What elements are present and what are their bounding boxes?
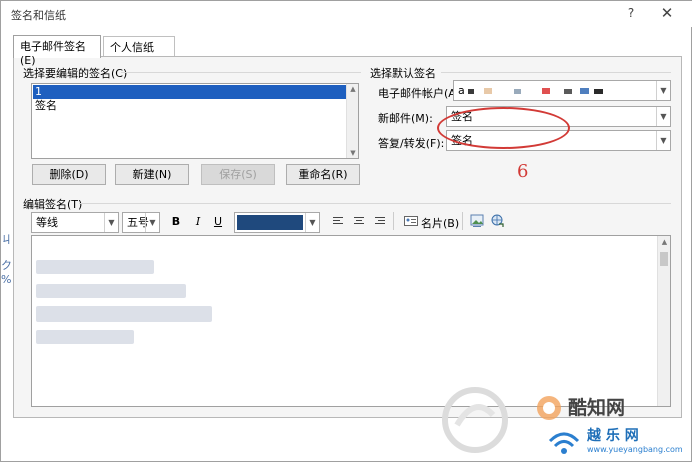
account-label: 电子邮件帐户(A):	[378, 87, 464, 100]
chevron-down-icon[interactable]: ▼	[656, 107, 670, 126]
window-title: 签名和信纸	[11, 9, 66, 22]
redaction-block	[580, 88, 589, 94]
watermark-brand-bottom: 越 乐 网	[587, 428, 639, 444]
watermark-logo	[442, 387, 508, 453]
tab-personal-stationery[interactable]: 个人信纸(P)	[103, 36, 175, 68]
chevron-down-icon[interactable]: ▼	[104, 213, 118, 232]
delete-button[interactable]: 删除(D)	[32, 164, 106, 185]
redaction-block	[564, 89, 572, 94]
account-select[interactable]: a ▼	[453, 80, 671, 101]
list-scrollbar[interactable]: ▲ ▼	[346, 84, 358, 158]
picture-icon[interactable]	[470, 214, 484, 228]
watermark-url: www.yueyangbang.com	[587, 445, 683, 454]
chevron-down-icon[interactable]: ▼	[656, 131, 670, 150]
highlight-ellipse	[437, 107, 570, 149]
bold-button[interactable]: B	[169, 215, 183, 228]
brand-logo-icon	[537, 396, 561, 420]
save-button[interactable]: 保存(S)	[201, 164, 275, 185]
editor-scrollbar[interactable]: ▲	[657, 236, 670, 406]
blurred-text	[36, 306, 212, 322]
background-text-fragment: ㄐ	[1, 233, 12, 246]
scroll-up-icon[interactable]: ▲	[658, 238, 671, 246]
list-item-signature-1[interactable]: 1	[33, 85, 347, 99]
new-button[interactable]: 新建(N)	[115, 164, 189, 185]
italic-button[interactable]: I	[191, 215, 205, 228]
toolbar-separator	[462, 212, 463, 230]
edit-signature-label: 编辑签名(T)	[23, 198, 83, 211]
chevron-down-icon[interactable]: ▼	[145, 213, 159, 232]
tab-email-signature[interactable]: 电子邮件签名(E)	[13, 35, 101, 67]
close-icon[interactable]: ✕	[659, 4, 675, 22]
default-signature-label: 选择默认签名	[370, 67, 436, 80]
font-value: 等线	[36, 216, 58, 229]
blurred-text	[36, 330, 134, 344]
background-text-fragment: ク	[1, 259, 12, 272]
divider	[121, 72, 361, 73]
align-center-icon[interactable]	[353, 215, 365, 227]
background-text-fragment: %	[1, 273, 12, 286]
divider	[79, 203, 671, 204]
chevron-down-icon[interactable]: ▼	[656, 81, 670, 100]
rename-button[interactable]: 重命名(R)	[286, 164, 360, 185]
account-value: a	[458, 84, 465, 97]
scroll-down-icon[interactable]: ▼	[347, 149, 359, 157]
font-color-select[interactable]: ▼	[234, 212, 320, 233]
help-icon[interactable]: ?	[625, 6, 637, 20]
toolbar-separator	[393, 212, 394, 230]
chevron-down-icon[interactable]: ▼	[305, 213, 319, 232]
font-color-swatch	[237, 215, 303, 230]
font-select[interactable]: 等线 ▼	[31, 212, 119, 233]
reply-forward-label: 答复/转发(F):	[378, 137, 445, 150]
business-card-icon	[404, 216, 418, 226]
title-bar: 签名和信纸 ? ✕	[1, 1, 692, 27]
font-size-select[interactable]: 五号 ▼	[122, 212, 160, 233]
step-number: 6	[517, 161, 529, 182]
redaction-block	[468, 89, 474, 94]
signature-listbox[interactable]: 1 签名 ▲ ▼	[31, 83, 359, 159]
hyperlink-icon[interactable]	[491, 214, 505, 228]
signatures-dialog: 签名和信纸 ? ✕ 电子邮件签名(E) 个人信纸(P) 选择要编辑的签名(C) …	[0, 0, 692, 462]
blurred-text	[36, 260, 154, 274]
redaction-block	[594, 89, 603, 94]
scroll-thumb[interactable]	[660, 252, 668, 266]
scroll-up-icon[interactable]: ▲	[347, 85, 359, 93]
divider	[441, 72, 671, 73]
align-left-icon[interactable]	[332, 215, 344, 227]
redaction-block	[484, 88, 492, 94]
list-item-signature-qianming[interactable]: 签名	[33, 99, 347, 113]
blurred-text	[36, 284, 186, 298]
signature-editor[interactable]: ▲	[31, 235, 671, 407]
redaction-block	[542, 88, 550, 94]
business-card-label: 名片(B)	[421, 217, 460, 230]
redaction-block	[514, 89, 521, 94]
signature-list-label: 选择要编辑的签名(C)	[23, 67, 128, 80]
watermark-brand-top: 酷知网	[568, 397, 626, 419]
underline-button[interactable]: U	[211, 215, 225, 228]
new-message-label: 新邮件(M):	[378, 112, 433, 125]
align-right-icon[interactable]	[374, 215, 386, 227]
wifi-logo-icon	[548, 432, 580, 454]
